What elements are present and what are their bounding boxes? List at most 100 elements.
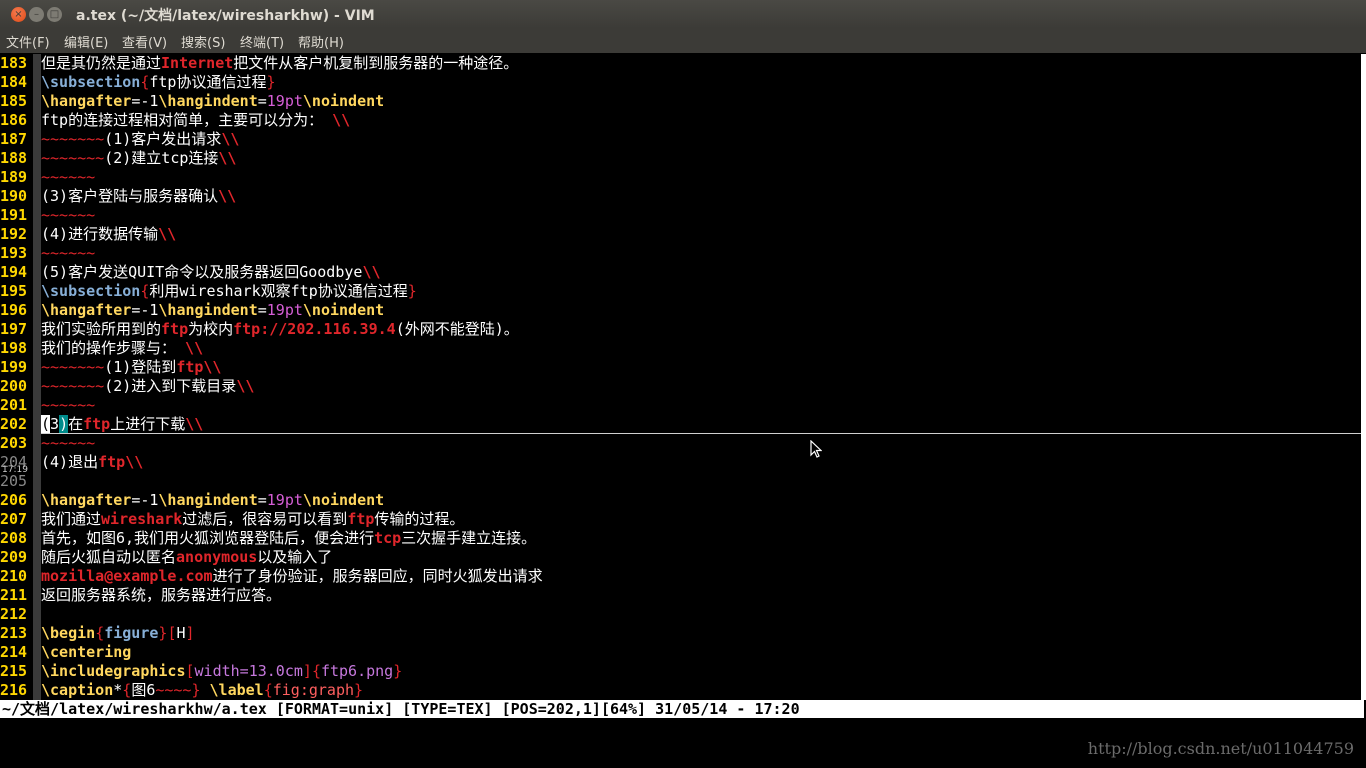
line-number: 200 [0,377,28,395]
code-token: \noindent [302,301,385,319]
menu-help[interactable]: 帮助(H) [298,32,344,51]
close-icon[interactable]: × [11,7,26,22]
editor-line[interactable]: 210 mozilla@example.com进行了身份验证，服务器回应，同时火狐… [0,567,1366,586]
editor-line[interactable]: 184 \subsection{ftp协议通信过程} [0,73,1366,92]
line-number: 216 [0,681,28,699]
editor-line[interactable]: 200 ~~~~~~~(2)进入到下载目录\\ [0,377,1366,396]
editor-line[interactable]: 191 ~~~~~~ [0,206,1366,225]
code-token: = [257,301,267,319]
editor-line[interactable]: 193 ~~~~~~ [0,244,1366,263]
editor-line[interactable]: 214 \centering [0,643,1366,662]
editor-line[interactable]: 212 [0,605,1366,624]
menu-view[interactable]: 查看(V) [122,32,167,51]
code-token: 传输的过程。 [374,510,465,528]
editor-line[interactable]: 211 返回服务器系统，服务器进行应答。 [0,586,1366,605]
menu-search[interactable]: 搜索(S) [181,32,225,51]
maximize-icon[interactable]: □ [47,7,62,22]
editor-line[interactable]: 194 (5)客户发送QUIT命令以及服务器返回Goodbye\\ [0,263,1366,282]
code-token: } [191,681,201,699]
code-token: \\ [203,358,222,376]
code-token: \includegraphics [41,662,186,680]
code-token: 19pt [266,491,303,509]
overlay-time: 17:19 [2,465,28,475]
menu-terminal[interactable]: 终端(T) [240,32,284,51]
editor-line[interactable]: 209 随后火狐自动以匿名anonymous以及输入了 [0,548,1366,567]
line-number: 202 [0,415,28,433]
code-token: ~~~~ [155,681,192,699]
editor-line[interactable]: 195 \subsection{利用wireshark观察ftp协议通信过程} [0,282,1366,301]
editor-line[interactable]: 213 \begin{figure}[H] [0,624,1366,643]
code-token: 19pt [266,301,303,319]
code-token: ~~~~~~~ [41,149,105,167]
code-token: 三次握手建立连接。 [401,529,537,547]
code-token: = [257,92,267,110]
line-number: 190 [0,187,28,205]
editor-line[interactable]: 205 [0,472,1366,491]
code-token: 首先，如图6,我们用火狐浏览器登陆后，便会进行 [41,529,375,547]
sign-column [33,548,41,567]
code-token: ftp6.png [320,662,394,680]
editor-line[interactable]: 199 ~~~~~~~(1)登陆到ftp\\ [0,358,1366,377]
editor-line[interactable]: 190 (3)客户登陆与服务器确认\\ [0,187,1366,206]
editor-line[interactable]: 204 (4)退出ftp\\ [0,453,1366,472]
sign-column [33,567,41,586]
sign-column [33,472,41,491]
code-token: } [354,681,364,699]
code-token: ftp [98,453,126,471]
code-token: 上进行下载 [110,415,186,433]
editor-line[interactable]: 208 首先，如图6,我们用火狐浏览器登陆后，便会进行tcp三次握手建立连接。 [0,529,1366,548]
sign-column [33,187,41,206]
code-token: 在 [68,415,84,433]
code-token: (外网不能登陆)。 [395,320,519,338]
line-number: 183 [0,54,28,72]
editor-line[interactable]: 186 ftp的连接过程相对简单，主要可以分为： \\ [0,111,1366,130]
editor-line[interactable]: 189 ~~~~~~ [0,168,1366,187]
sign-column [33,434,41,453]
editor-line[interactable]: 188 ~~~~~~~(2)建立tcp连接\\ [0,149,1366,168]
sign-column [33,339,41,358]
sign-column [33,320,41,339]
editor-line[interactable]: 215 \includegraphics[width=13.0cm]{ftp6.p… [0,662,1366,681]
text-cursor: ( [41,415,51,433]
editor-line[interactable]: 207 我们通过wireshark过滤后，很容易可以看到ftp传输的过程。 [0,510,1366,529]
line-number: 199 [0,358,28,376]
editor-line[interactable]: 185 \hangafter=-1\hangindent=19pt\noinden… [0,92,1366,111]
code-token: anonymous [176,548,258,566]
editor-line[interactable]: 198 我们的操作步骤与： \\ [0,339,1366,358]
editor-line[interactable]: 206 \hangafter=-1\hangindent=19pt\noinden… [0,491,1366,510]
code-token: 返回服务器系统，服务器进行应答。 [41,586,282,604]
line-number: 191 [0,206,28,224]
code-token: \hangindent [158,301,258,319]
menu-edit[interactable]: 编辑(E) [64,32,108,51]
line-number: 196 [0,301,28,319]
sign-column [33,73,41,92]
code-token: width=13.0cm [194,662,303,680]
code-token: ftp://202.116.39.4 [233,320,396,338]
sign-column [33,491,41,510]
line-number: 194 [0,263,28,281]
editor-line[interactable]: 202 (3)在ftp上进行下载\\ [0,415,1366,434]
line-number: 192 [0,225,28,243]
minimize-icon[interactable]: – [29,7,44,22]
editor-line[interactable]: 183 但是其仍然是通过Internet把文件从客户机复制到服务器的一种途径。 [0,54,1366,73]
editor-line[interactable]: 216 \caption*{图6~~~~} \label{fig:graph} [0,681,1366,700]
code-token: (1)登陆到 [104,358,177,376]
code-token: =-1 [131,301,159,319]
menu-file[interactable]: 文件(F) [6,32,50,51]
code-token: 我们实验所用到的 [41,320,162,338]
code-token: 我们通过 [41,510,102,528]
sign-column [33,415,41,434]
vim-editor[interactable]: 183 但是其仍然是通过Internet把文件从客户机复制到服务器的一种途径。 18… [0,54,1366,700]
code-token: 但是其仍然是通过 [41,54,162,72]
code-token: ~~~~~~~ [41,130,105,148]
line-number: 197 [0,320,28,338]
editor-line[interactable]: 187 ~~~~~~~(1)客户发出请求\\ [0,130,1366,149]
code-token: 利用wireshark观察ftp协议通信过程 [149,282,408,300]
editor-line[interactable]: 203 ~~~~~~ [0,434,1366,453]
code-token: (3)客户登陆与服务器确认 [41,187,219,205]
editor-line[interactable]: 197 我们实验所用到的ftp为校内ftp://202.116.39.4(外网不能… [0,320,1366,339]
code-token: wireshark [101,510,183,528]
editor-line[interactable]: 192 (4)进行数据传输\\ [0,225,1366,244]
editor-line[interactable]: 201 ~~~~~~ [0,396,1366,415]
editor-line[interactable]: 196 \hangafter=-1\hangindent=19pt\noinden… [0,301,1366,320]
